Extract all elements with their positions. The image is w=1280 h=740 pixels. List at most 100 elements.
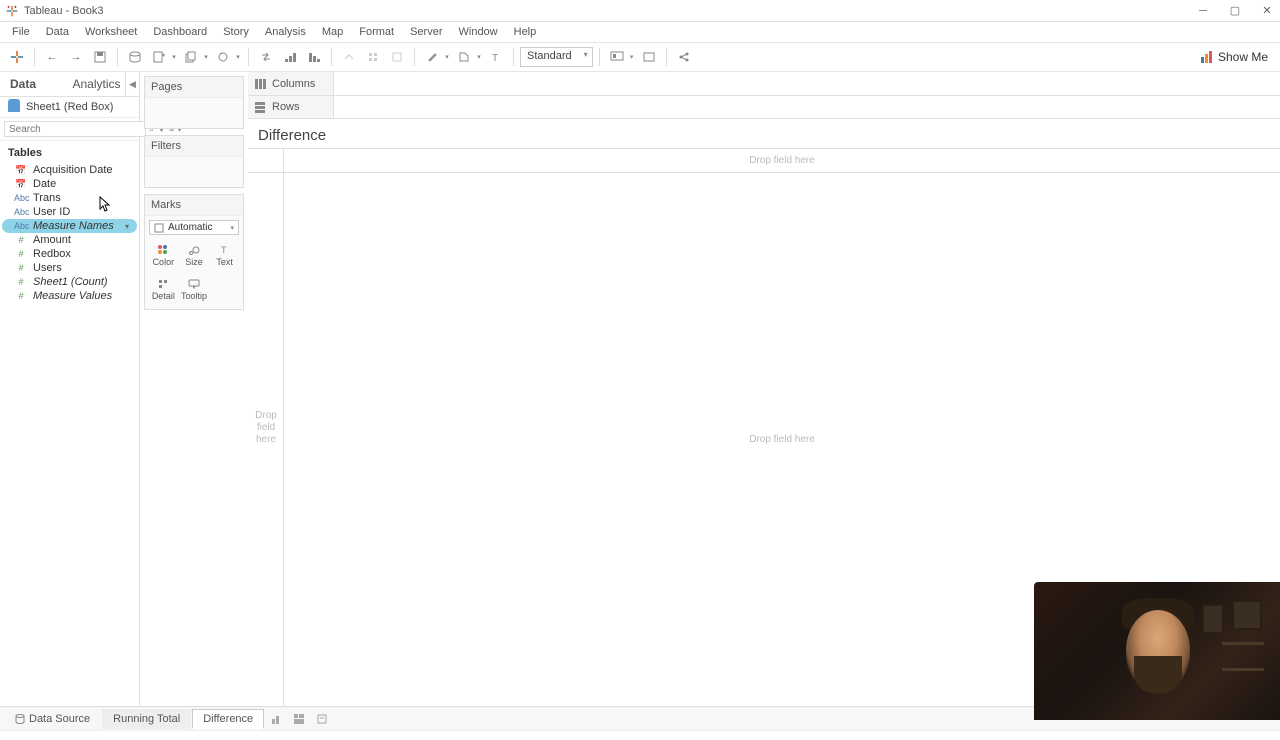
tab-analytics[interactable]: Analytics [63, 72, 126, 96]
group-button[interactable] [338, 46, 360, 68]
mark-detail-button[interactable]: Detail [149, 273, 178, 305]
menu-data[interactable]: Data [38, 24, 77, 40]
svg-text:T: T [492, 53, 498, 63]
new-dashboard-tab-button[interactable] [288, 710, 310, 728]
tableau-logo-icon[interactable] [6, 46, 28, 68]
field-measure-names[interactable]: AbcMeasure Names▾ [2, 219, 137, 233]
minimize-button[interactable]: ─ [1196, 4, 1210, 18]
cards-button[interactable] [638, 46, 660, 68]
dimension-icon: Abc [14, 207, 28, 217]
color-icon [157, 243, 169, 257]
close-button[interactable]: ✕ [1260, 4, 1274, 18]
swap-button[interactable] [255, 46, 277, 68]
dimension-icon: Abc [14, 193, 28, 203]
sort-asc-button[interactable] [279, 46, 301, 68]
marks-card: Marks Automatic ▾ ColorSizeTTextDetailTo… [144, 194, 244, 310]
field-sheet1-count-[interactable]: #Sheet1 (Count) [2, 275, 137, 289]
field-user-id[interactable]: AbcUser ID [2, 205, 137, 219]
mark-size-button[interactable]: Size [180, 239, 209, 271]
collapse-pane-icon[interactable]: ◀ [125, 72, 139, 96]
new-worksheet-dropdown[interactable]: ▾ [170, 53, 178, 61]
mark-color-button[interactable]: Color [149, 239, 178, 271]
presentation-button[interactable] [606, 46, 628, 68]
save-button[interactable] [89, 46, 111, 68]
redo-button[interactable]: → [65, 46, 87, 68]
tooltip-icon [188, 277, 200, 291]
duplicate-button[interactable] [180, 46, 202, 68]
menu-file[interactable]: File [4, 24, 38, 40]
maximize-button[interactable]: ▢ [1228, 4, 1242, 18]
menu-worksheet[interactable]: Worksheet [77, 24, 145, 40]
clear-dropdown[interactable]: ▾ [234, 53, 242, 61]
menu-format[interactable]: Format [351, 24, 402, 40]
field-trans[interactable]: AbcTrans [2, 191, 137, 205]
presentation-dropdown[interactable]: ▾ [628, 53, 636, 61]
search-input[interactable] [4, 121, 146, 137]
duplicate-dropdown[interactable]: ▾ [202, 53, 210, 61]
show-me-button[interactable]: Show Me [1194, 50, 1274, 64]
sheet-title[interactable]: Difference [248, 119, 1280, 148]
field-amount[interactable]: #Amount [2, 233, 137, 247]
label-dropdown[interactable]: ▾ [475, 53, 483, 61]
field-users[interactable]: #Users [2, 261, 137, 275]
tab-data-source[interactable]: Data Source [4, 709, 101, 729]
clear-button[interactable] [212, 46, 234, 68]
menu-story[interactable]: Story [215, 24, 257, 40]
field-acquisition-date[interactable]: 📅Acquisition Date [2, 163, 137, 177]
rows-shelf-label: Rows [248, 96, 334, 118]
highlight-dropdown[interactable]: ▾ [443, 53, 451, 61]
svg-text:T: T [221, 245, 227, 255]
field-redbox[interactable]: #Redbox [2, 247, 137, 261]
fit-selector[interactable]: Standard [520, 47, 593, 67]
sheet-tab-running-total[interactable]: Running Total [102, 709, 191, 729]
menu-dashboard[interactable]: Dashboard [145, 24, 215, 40]
mark-button[interactable] [386, 46, 408, 68]
measure-icon: # [14, 249, 28, 259]
drop-col-hint: Drop field here [284, 149, 1280, 173]
menu-bar: FileDataWorksheetDashboardStoryAnalysisM… [0, 22, 1280, 42]
new-worksheet-button[interactable] [148, 46, 170, 68]
text-icon: T [219, 243, 231, 257]
measure-icon: # [14, 291, 28, 301]
label-button[interactable] [453, 46, 475, 68]
new-story-tab-button[interactable] [311, 710, 333, 728]
measure-icon: # [14, 235, 28, 245]
filters-card[interactable]: Filters [144, 135, 244, 188]
sheet-tab-difference[interactable]: Difference [192, 709, 264, 729]
menu-window[interactable]: Window [451, 24, 506, 40]
columns-icon [254, 78, 266, 90]
drop-row-hint: Dropfieldhere [250, 410, 282, 446]
field-measure-values[interactable]: #Measure Values [2, 289, 137, 303]
new-worksheet-tab-button[interactable] [265, 710, 287, 728]
field-dropdown-icon[interactable]: ▾ [125, 222, 133, 231]
tab-data[interactable]: Data [0, 72, 63, 96]
undo-button[interactable]: ← [41, 46, 63, 68]
pages-card[interactable]: Pages [144, 76, 244, 129]
sort-desc-button[interactable] [303, 46, 325, 68]
menu-analysis[interactable]: Analysis [257, 24, 314, 40]
text-button[interactable]: T [485, 46, 507, 68]
menu-map[interactable]: Map [314, 24, 351, 40]
dimension-icon: 📅 [14, 179, 28, 190]
toolbar: ← → ▾ ▾ ▾ ▾ ▾ T Standard ▾ Show Me [0, 42, 1280, 72]
data-pane: Data Analytics ◀ Sheet1 (Red Box) ⌕ ▼ ≡ … [0, 72, 140, 706]
mark-text-button[interactable]: TText [210, 239, 239, 271]
highlight-button[interactable] [421, 46, 443, 68]
tableau-app-icon [6, 5, 18, 17]
webcam-overlay [1034, 582, 1280, 720]
dimension-icon: 📅 [14, 165, 28, 176]
share-button[interactable] [673, 46, 695, 68]
mark-tooltip-button[interactable]: Tooltip [180, 273, 209, 305]
menu-server[interactable]: Server [402, 24, 450, 40]
dimension-icon: Abc [14, 221, 28, 231]
rows-icon [254, 101, 266, 113]
window-title: Tableau - Book3 [24, 5, 1196, 17]
marks-type-selector[interactable]: Automatic ▾ [149, 220, 239, 235]
menu-help[interactable]: Help [506, 24, 545, 40]
new-datasource-button[interactable] [124, 46, 146, 68]
datasource-row[interactable]: Sheet1 (Red Box) [0, 97, 139, 118]
columns-shelf-label: Columns [248, 72, 334, 95]
field-date[interactable]: 📅Date [2, 177, 137, 191]
tables-header: Tables [0, 141, 139, 163]
totals-button[interactable] [362, 46, 384, 68]
